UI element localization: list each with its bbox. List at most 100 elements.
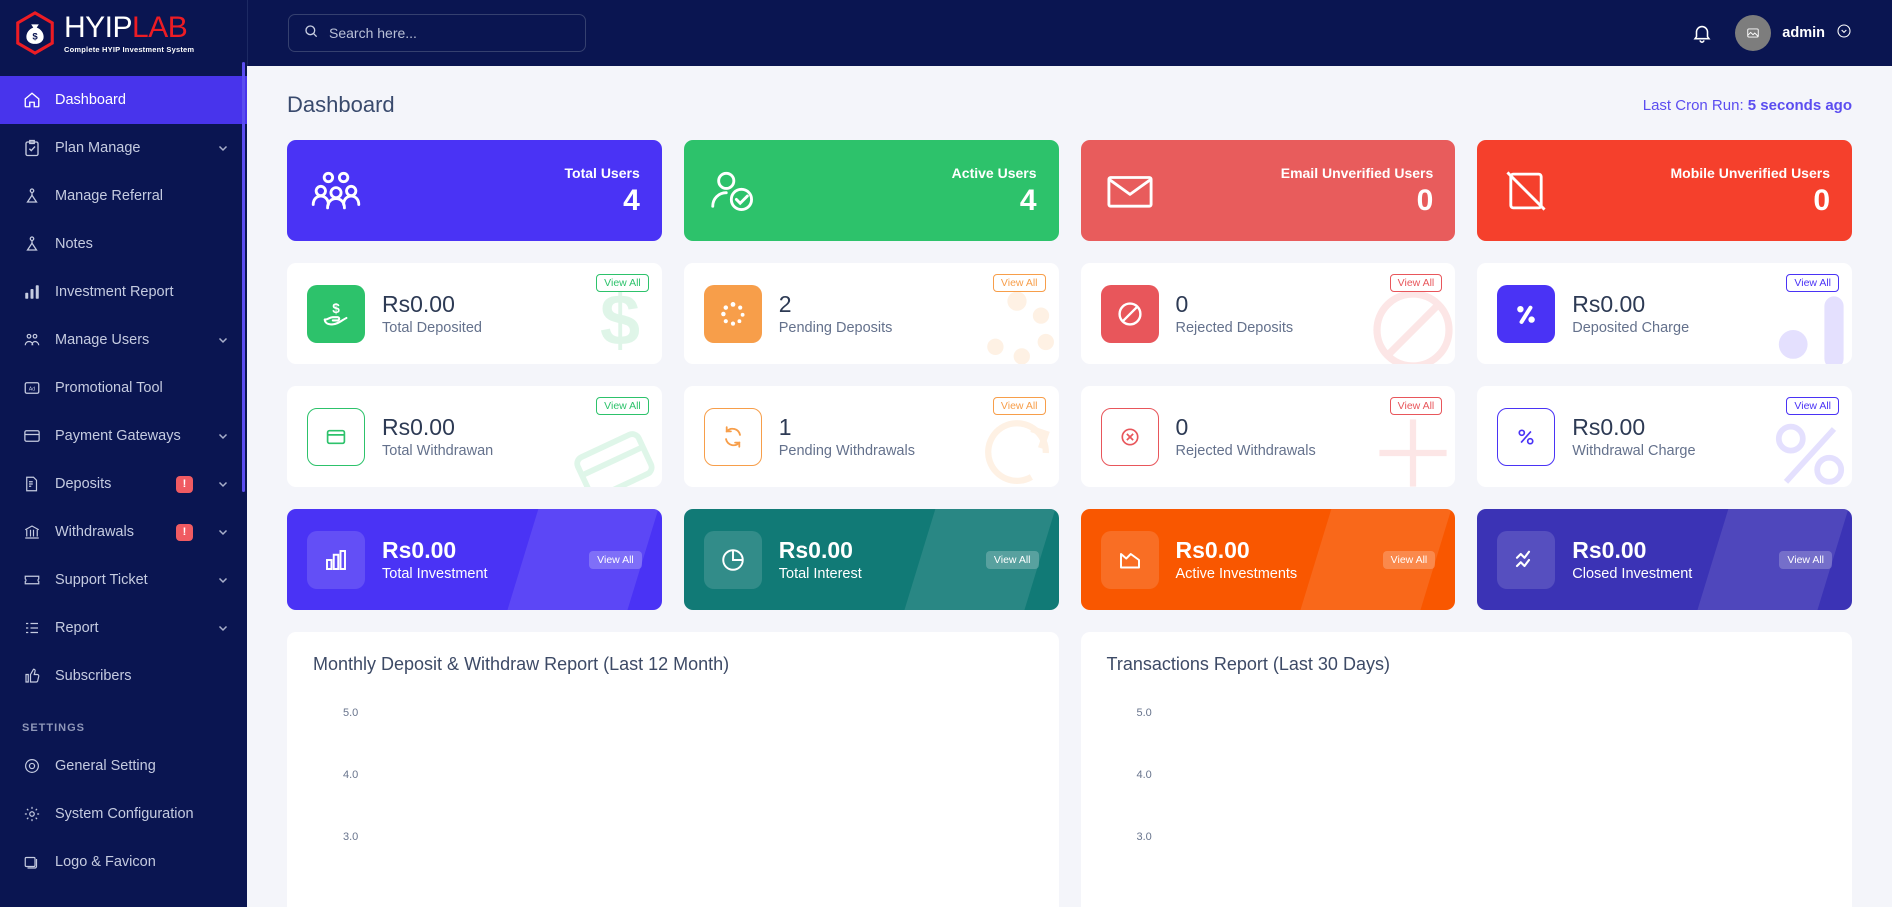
view-all-button[interactable]: View All (596, 274, 649, 292)
stat-card-email-unverified[interactable]: Email Unverified Users 0 (1081, 140, 1456, 241)
mini-card-rejected-deposits[interactable]: View All 0 Rejected Deposits (1081, 263, 1456, 364)
sidebar-section-settings: SETTINGS (0, 700, 247, 742)
mini-card-value: 2 (779, 291, 893, 317)
stat-card-label: Email Unverified Users (1281, 165, 1434, 181)
deposit-cards-row: View All $ Rs0.00 Total Deposited $ View… (287, 263, 1852, 364)
mini-card-rejected-withdrawals[interactable]: View All 0 Rejected Withdrawals (1081, 386, 1456, 487)
mini-card-total-deposited[interactable]: View All $ Rs0.00 Total Deposited $ (287, 263, 662, 364)
sidebar-item-label: Logo & Favicon (55, 854, 229, 870)
sidebar-item-general-setting[interactable]: General Setting (0, 742, 247, 790)
clipboard-check-icon (22, 139, 41, 158)
page-title: Dashboard (287, 92, 395, 118)
solid-card-value: Rs0.00 (382, 537, 488, 563)
solid-card-active-investments[interactable]: Rs0.00 Active Investments View All (1081, 509, 1456, 610)
view-all-button[interactable]: View All (589, 551, 642, 569)
stat-card-label: Mobile Unverified Users (1671, 165, 1831, 181)
charts-row: Monthly Deposit & Withdraw Report (Last … (287, 632, 1852, 907)
sidebar-item-plan-manage[interactable]: Plan Manage (0, 124, 247, 172)
sidebar-item-label: System Configuration (55, 806, 229, 822)
solid-card-closed-investment[interactable]: Rs0.00 Closed Investment View All (1477, 509, 1852, 610)
plus-watermark-icon (1365, 405, 1455, 487)
chevron-down-icon (217, 334, 229, 346)
sidebar-item-manage-referral[interactable]: Manage Referral (0, 172, 247, 220)
mini-card-label: Total Deposited (382, 320, 482, 336)
mini-card-value: Rs0.00 (382, 291, 482, 317)
mini-card-label: Rejected Withdrawals (1176, 443, 1316, 459)
main-area: admin Dashboard Last Cron Run: 5 seconds… (247, 0, 1892, 907)
view-all-button[interactable]: View All (986, 551, 1039, 569)
mobile-slash-icon (1499, 164, 1553, 218)
view-all-button[interactable]: View All (1390, 274, 1443, 292)
sidebar-item-label: Support Ticket (55, 572, 203, 588)
chart-card-transactions-report: Transactions Report (Last 30 Days) 5.0 4… (1081, 632, 1853, 907)
mini-card-value: 1 (779, 414, 915, 440)
note-tree-icon (22, 235, 41, 254)
chevron-down-icon (217, 622, 229, 634)
stat-card-value: 4 (952, 185, 1037, 217)
user-check-icon (706, 164, 760, 218)
ban-watermark-icon (1365, 282, 1455, 364)
sidebar-item-manage-users[interactable]: Manage Users (0, 316, 247, 364)
chevron-down-circle-icon[interactable] (1836, 23, 1852, 44)
mini-card-pending-deposits[interactable]: View All 2 Pending Deposits (684, 263, 1059, 364)
view-all-button[interactable]: View All (1779, 551, 1832, 569)
mini-card-deposited-charge[interactable]: View All Rs0.00 Deposited Charge (1477, 263, 1852, 364)
sidebar-item-support-ticket[interactable]: Support Ticket (0, 556, 247, 604)
percent-sign-icon (1497, 408, 1555, 466)
svg-text:Ad: Ad (28, 386, 35, 392)
sidebar-scrollbar[interactable] (242, 62, 245, 492)
stat-card-active-users[interactable]: Active Users 4 (684, 140, 1059, 241)
profile-menu[interactable]: admin (1735, 15, 1852, 51)
sidebar-item-subscribers[interactable]: Subscribers (0, 652, 247, 700)
users-group-icon (22, 331, 41, 350)
sidebar-item-investment-report[interactable]: Investment Report (0, 268, 247, 316)
sidebar-item-payment-gateways[interactable]: Payment Gateways (0, 412, 247, 460)
card-outline-icon (307, 408, 365, 466)
sidebar-item-notes[interactable]: Notes (0, 220, 247, 268)
stat-card-mobile-unverified[interactable]: Mobile Unverified Users 0 (1477, 140, 1852, 241)
percent-watermark-icon (1762, 282, 1852, 364)
sidebar-item-deposits[interactable]: Deposits ! (0, 460, 247, 508)
sidebar-item-label: General Setting (55, 758, 229, 774)
stat-card-total-users[interactable]: Total Users 4 (287, 140, 662, 241)
y-axis-tick: 5.0 (1137, 707, 1152, 719)
referral-tree-icon (22, 187, 41, 206)
sidebar-item-label: Promotional Tool (55, 380, 229, 396)
avatar (1735, 15, 1771, 51)
mini-card-withdrawal-charge[interactable]: View All Rs0.00 Withdrawal Charge (1477, 386, 1852, 487)
search-box[interactable] (288, 14, 586, 52)
sidebar-item-logo-favicon[interactable]: Logo & Favicon (0, 838, 247, 886)
users-group-icon (309, 164, 363, 218)
y-axis-tick: 5.0 (343, 707, 358, 719)
stat-cards-row: Total Users 4 Active Users 4 (287, 140, 1852, 241)
view-all-button[interactable]: View All (1786, 397, 1839, 415)
brand-logo[interactable]: $ HYIP LAB Complete HYIP Investment Syst… (0, 0, 247, 66)
bar-chart-icon (22, 283, 41, 302)
bell-icon[interactable] (1691, 22, 1713, 44)
sidebar-item-promotional-tool[interactable]: Ad Promotional Tool (0, 364, 247, 412)
mini-card-value: Rs0.00 (1572, 291, 1689, 317)
view-all-button[interactable]: View All (596, 397, 649, 415)
view-all-button[interactable]: View All (1390, 397, 1443, 415)
sidebar-item-label: Deposits (55, 476, 162, 492)
solid-card-total-investment[interactable]: Rs0.00 Total Investment View All (287, 509, 662, 610)
dashboard-content: Dashboard Last Cron Run: 5 seconds ago T… (247, 66, 1892, 907)
stat-card-value: 0 (1281, 185, 1434, 217)
chart-title: Transactions Report (Last 30 Days) (1107, 654, 1827, 675)
mini-card-label: Pending Withdrawals (779, 443, 915, 459)
sidebar-item-dashboard[interactable]: Dashboard (0, 76, 247, 124)
view-all-button[interactable]: View All (993, 274, 1046, 292)
sidebar-item-system-configuration[interactable]: System Configuration (0, 790, 247, 838)
sidebar-item-report[interactable]: Report (0, 604, 247, 652)
mini-card-total-withdrawan[interactable]: View All Rs0.00 Total Withdrawan (287, 386, 662, 487)
solid-card-total-interest[interactable]: Rs0.00 Total Interest View All (684, 509, 1059, 610)
search-input[interactable] (329, 25, 571, 41)
view-all-button[interactable]: View All (1383, 551, 1436, 569)
solid-card-label: Active Investments (1176, 566, 1298, 582)
mini-card-pending-withdrawals[interactable]: View All 1 Pending Withdrawals (684, 386, 1059, 487)
view-all-button[interactable]: View All (993, 397, 1046, 415)
view-all-button[interactable]: View All (1786, 274, 1839, 292)
sidebar-item-withdrawals[interactable]: Withdrawals ! (0, 508, 247, 556)
mini-card-label: Rejected Deposits (1176, 320, 1294, 336)
mini-card-label: Deposited Charge (1572, 320, 1689, 336)
